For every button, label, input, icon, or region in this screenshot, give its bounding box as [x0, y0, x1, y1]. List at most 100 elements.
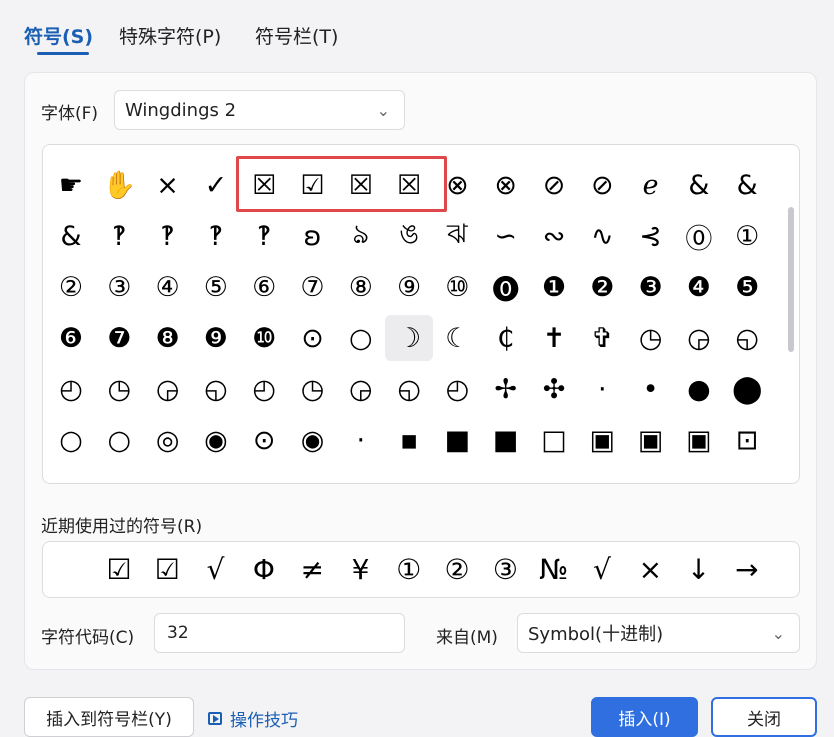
symbol-cell[interactable]: ☒	[385, 162, 433, 208]
recent-symbol[interactable]: ☑	[95, 542, 143, 597]
symbol-cell[interactable]: ☒	[240, 162, 288, 208]
tips-link[interactable]: 操作技巧	[208, 706, 298, 731]
symbol-cell[interactable]: ■	[482, 417, 530, 463]
symbol-cell[interactable]: ✞	[578, 315, 626, 361]
symbol-cell[interactable]: ◶	[675, 315, 723, 361]
symbol-cell[interactable]: ⬤	[723, 366, 771, 412]
symbol-cell[interactable]: ⊙	[240, 417, 288, 463]
recent-symbol[interactable]: ↓	[675, 542, 723, 597]
symbol-cell[interactable]: ✢	[482, 366, 530, 412]
symbol-cell[interactable]: ◷	[95, 366, 143, 412]
symbol-cell[interactable]: ◴	[433, 366, 481, 412]
symbol-cell[interactable]: ○	[337, 315, 385, 361]
symbol-cell[interactable]: ◷	[289, 366, 337, 412]
symbol-cell[interactable]: ◵	[385, 366, 433, 412]
symbol-cell[interactable]: ⊘	[578, 162, 626, 208]
symbol-cell[interactable]: ✋	[95, 162, 143, 208]
symbol-cell[interactable]: ℯ	[627, 162, 675, 208]
recent-symbol[interactable]: →	[723, 542, 771, 597]
symbol-cell[interactable]: ❻	[47, 315, 95, 361]
symbol-cell[interactable]: •	[627, 366, 675, 412]
from-select[interactable]: Symbol(十进制) ⌄	[517, 613, 800, 653]
symbol-cell[interactable]: ⑤	[192, 264, 240, 310]
symbol-cell[interactable]: ⊙	[289, 315, 337, 361]
symbol-cell[interactable]: □	[530, 417, 578, 463]
symbol-cell[interactable]: ⑩	[433, 264, 481, 310]
symbol-cell[interactable]: ✓	[192, 162, 240, 208]
tab-symbol-bar[interactable]: 符号栏(T)	[255, 22, 338, 49]
symbol-cell[interactable]: ঙ	[385, 213, 433, 259]
symbol-cell[interactable]: ⓿	[482, 264, 530, 310]
symbol-cell[interactable]: ⑨	[385, 264, 433, 310]
close-button[interactable]: 关闭	[711, 697, 817, 737]
symbol-cell[interactable]: ◎	[144, 417, 192, 463]
symbol-cell[interactable]: ⊗	[482, 162, 530, 208]
symbol-cell[interactable]: ∾	[530, 213, 578, 259]
symbol-cell[interactable]: ②	[47, 264, 95, 310]
symbol-cell[interactable]: ☒	[337, 162, 385, 208]
recent-symbol[interactable]: ②	[433, 542, 481, 597]
recent-symbol[interactable]: ≠	[288, 542, 336, 597]
tab-symbols[interactable]: 符号(S)	[24, 22, 93, 49]
scrollbar-thumb[interactable]	[788, 207, 794, 352]
symbol-cell[interactable]: ❷	[578, 264, 626, 310]
symbol-cell[interactable]: &	[47, 213, 95, 259]
symbol-cell[interactable]: ✝	[530, 315, 578, 361]
symbol-cell[interactable]: ◷	[627, 315, 675, 361]
symbol-cell[interactable]: ⊘	[530, 162, 578, 208]
symbol-cell[interactable]: ☾	[433, 315, 481, 361]
symbol-cell[interactable]: ‽	[192, 213, 240, 259]
recent-symbol[interactable]: ①	[385, 542, 433, 597]
symbol-cell[interactable]: ❹	[675, 264, 723, 310]
recent-symbol[interactable]: √	[192, 542, 240, 597]
symbol-cell[interactable]: ❼	[95, 315, 143, 361]
font-select[interactable]: Wingdings 2 ⌄	[114, 90, 405, 130]
recent-symbol[interactable]: ③	[481, 542, 529, 597]
symbol-cell[interactable]: ⊗	[433, 162, 481, 208]
symbol-cell[interactable]: ঌ	[337, 213, 385, 259]
recent-symbol[interactable]: №	[530, 542, 578, 597]
symbol-cell[interactable]: ③	[95, 264, 143, 310]
symbol-cell[interactable]: ∽	[482, 213, 530, 259]
symbol-cell[interactable]: ⊡	[723, 417, 771, 463]
symbol-cell[interactable]: &	[675, 162, 723, 208]
symbol-cell[interactable]: ◶	[144, 366, 192, 412]
symbol-cell[interactable]: ঝ	[433, 213, 481, 259]
symbol-cell[interactable]: ⑦	[289, 264, 337, 310]
symbol-cell[interactable]: ④	[144, 264, 192, 310]
symbol-cell[interactable]: ‽	[240, 213, 288, 259]
symbol-cell[interactable]: ○	[47, 417, 95, 463]
symbol-cell[interactable]: ⊰	[627, 213, 675, 259]
symbol-cell[interactable]: ❾	[192, 315, 240, 361]
recent-symbol[interactable]: √	[578, 542, 626, 597]
symbol-cell[interactable]: ‽	[95, 213, 143, 259]
symbol-cell[interactable]: ❶	[530, 264, 578, 310]
symbol-cell[interactable]: ▪	[385, 417, 433, 463]
symbol-cell[interactable]: ☛	[47, 162, 95, 208]
symbol-cell[interactable]: ◉	[192, 417, 240, 463]
insert-button[interactable]: 插入(I)	[591, 697, 698, 737]
symbol-cell[interactable]: ❺	[723, 264, 771, 310]
symbol-cell[interactable]: ·	[337, 417, 385, 463]
symbol-cell[interactable]: ①	[723, 213, 771, 259]
recent-symbol[interactable]: ¥	[337, 542, 385, 597]
recent-symbol[interactable]: ☑	[143, 542, 191, 597]
symbol-cell[interactable]: ☑	[289, 162, 337, 208]
symbol-cell[interactable]: ❿	[240, 315, 288, 361]
symbol-cell[interactable]: ⓪	[675, 213, 723, 259]
symbol-cell[interactable]: ⑧	[337, 264, 385, 310]
symbol-cell[interactable]: ‽	[144, 213, 192, 259]
symbol-cell[interactable]: ☽	[385, 315, 434, 361]
symbol-cell[interactable]: ◉	[289, 417, 337, 463]
symbol-cell[interactable]: ∿	[578, 213, 626, 259]
symbol-cell[interactable]: ○	[95, 417, 143, 463]
symbol-cell[interactable]: ◵	[192, 366, 240, 412]
recent-symbol[interactable]: Φ	[240, 542, 288, 597]
symbol-cell[interactable]: ◵	[723, 315, 771, 361]
insert-to-symbol-bar-button[interactable]: 插入到符号栏(Y)	[24, 697, 194, 737]
symbol-cell[interactable]: ×	[144, 162, 192, 208]
symbol-cell[interactable]: ❸	[627, 264, 675, 310]
char-code-input[interactable]: 32	[154, 613, 405, 653]
symbol-cell[interactable]: ₵	[482, 315, 530, 361]
symbol-cell[interactable]: ✣	[530, 366, 578, 412]
